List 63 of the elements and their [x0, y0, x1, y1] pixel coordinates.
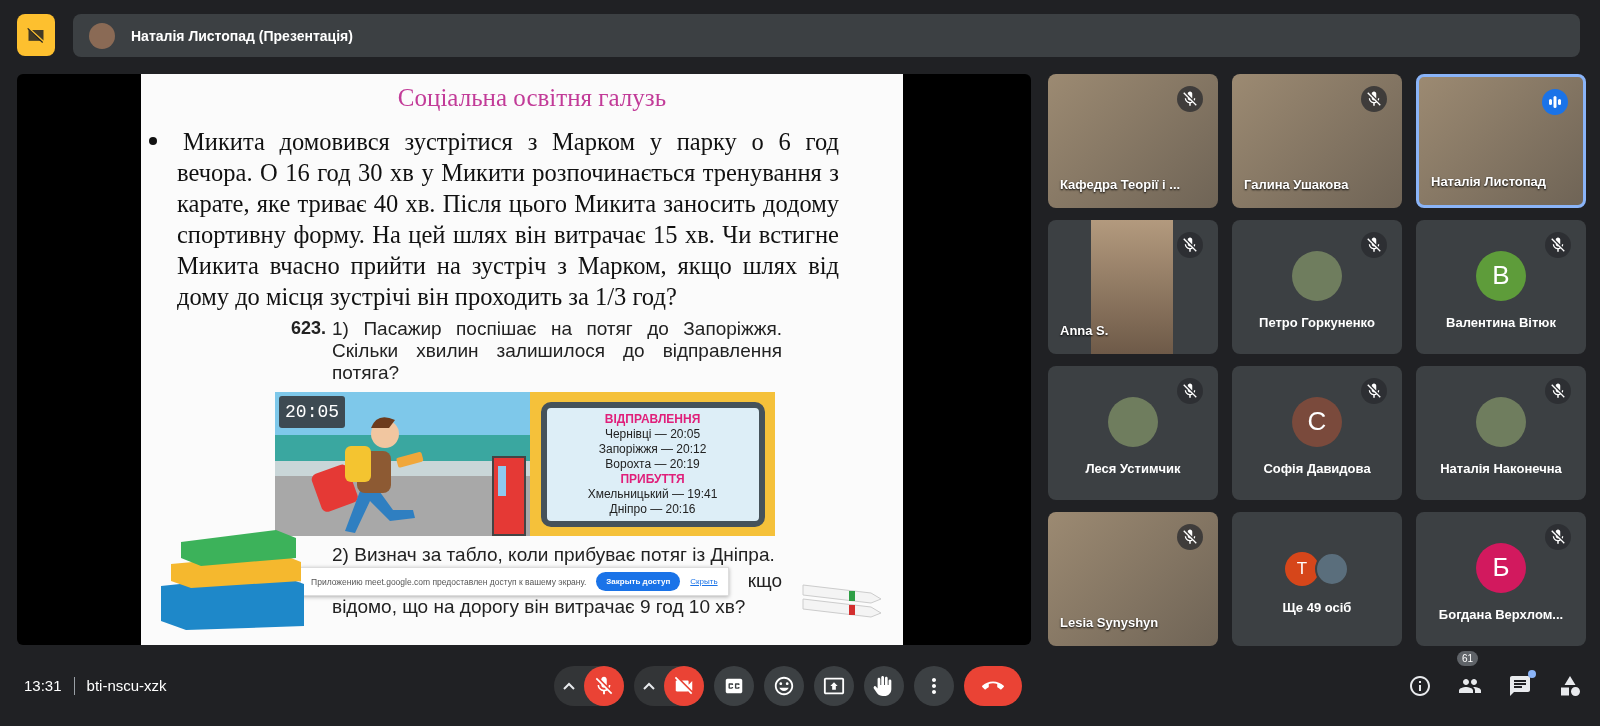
emoji-button[interactable] — [764, 665, 804, 706]
meeting-code: bti-nscu-xzk — [86, 677, 167, 694]
participant-name: Ще 49 осіб — [1282, 599, 1352, 615]
exercise-text: 2) Визнач за табло, коли прибуває потяг із Дніпра. — [332, 544, 776, 566]
more-vertical-icon — [930, 676, 938, 695]
avatar-photo-placeholder — [1292, 250, 1342, 301]
bullet-icon — [149, 137, 157, 145]
participant-name: Наталія Наконечна — [1440, 460, 1562, 476]
participant-name: Валентина Вітюк — [1446, 314, 1556, 330]
captions-button[interactable] — [714, 665, 754, 706]
clock-time: 13:31 — [24, 677, 62, 694]
timetable-entry: Чернівці — 20:05 — [604, 426, 701, 442]
participant-name: Софія Давидова — [1263, 460, 1371, 476]
presentation-toggle-button[interactable] — [17, 14, 55, 56]
caret-icon — [643, 681, 655, 690]
hide-link[interactable]: Скрыть — [690, 577, 718, 586]
exercise-number: 623. — [291, 318, 327, 339]
raise-hand-button[interactable] — [864, 665, 904, 706]
end-call-button[interactable] — [964, 665, 1022, 706]
slide-title: Соціальна освітня галузь — [396, 84, 668, 112]
chat-icon — [1508, 673, 1532, 698]
avatar-photo-placeholder — [89, 22, 115, 49]
banner-message: Приложению meet.google.com предоставлен доступ к вашему экрану. — [311, 576, 587, 587]
timetable-entry: Дніпро — 20:16 — [609, 501, 696, 517]
timetable-entry: Запоріжжя — 20:12 — [598, 441, 707, 457]
exercise-text: кщо — [747, 570, 783, 592]
participant-name: Галина Ушакова — [1244, 177, 1349, 192]
chat-button[interactable] — [1507, 672, 1533, 699]
stop-sharing-button[interactable]: Закрыть доступ — [596, 572, 681, 591]
exercise-text: 1) Пасажир поспішає на потяг до Запоріжжя. Скільки хвилин залишилося до відправлення потяга? — [332, 318, 783, 384]
caret-icon — [563, 681, 575, 690]
more-options-button[interactable] — [914, 665, 954, 706]
participant-name: Петро Горкуненко — [1259, 314, 1375, 330]
grid-slash-icon — [26, 25, 46, 45]
smiley-icon — [773, 674, 795, 697]
avatar-photo-placeholder — [1476, 396, 1526, 447]
speaking-icon — [1542, 89, 1568, 115]
participant-count-badge: 61 — [1457, 650, 1479, 666]
letter-avatar: С — [1292, 396, 1342, 447]
letter-avatar: Т — [1285, 551, 1319, 586]
clock-display: 20:05 — [279, 396, 346, 428]
task-paragraph: Микита домовився зустрітися з Марком у парку о 6 год вечора. О 16 год 30 хв у Микити розпочинається тренування з карате, яке триває 40 хв. Після цього Микита заносить додому спортивну форму. На цей шлях він витрачає 15 хв. Чи встигне Микита вчасно прийти на зустріч з Марком, якщо шлях від дому до місця зустрічі він проходить за 1/3 год? — [177, 127, 839, 312]
letter-avatar: В — [1476, 250, 1526, 301]
microphone-button[interactable] — [584, 665, 624, 706]
participant-name: Леся Устимчик — [1085, 460, 1181, 476]
board-heading: ВІДПРАВЛЕННЯ — [604, 411, 701, 427]
participant-name: Наталія Листопад — [1431, 174, 1547, 189]
present-button[interactable] — [814, 665, 854, 706]
participant-name: Кафедра Теорії і ... — [1060, 177, 1181, 192]
avatar-photo-placeholder — [1108, 396, 1158, 447]
participant-name: Anna S. — [1060, 323, 1109, 338]
timetable-entry: Ворохта — 20:19 — [605, 456, 700, 472]
microphone-icon — [593, 674, 615, 697]
participant-name: Lesia Synyshyn — [1060, 615, 1159, 630]
participant-name: Богдана Верхлом... — [1438, 606, 1564, 622]
info-icon — [1408, 673, 1432, 698]
presenter-name: Наталія Листопад (Презентація) — [131, 27, 353, 44]
exercise-text: відомо, що на дорогу він витрачає 9 год 10 хв? — [332, 596, 747, 618]
camera-button[interactable] — [664, 665, 704, 706]
camera-icon — [673, 674, 695, 697]
letter-avatar: Б — [1476, 542, 1526, 593]
board-heading: ПРИБУТТЯ — [620, 471, 685, 487]
timetable-entry: Хмельницький — 19:41 — [587, 486, 718, 502]
